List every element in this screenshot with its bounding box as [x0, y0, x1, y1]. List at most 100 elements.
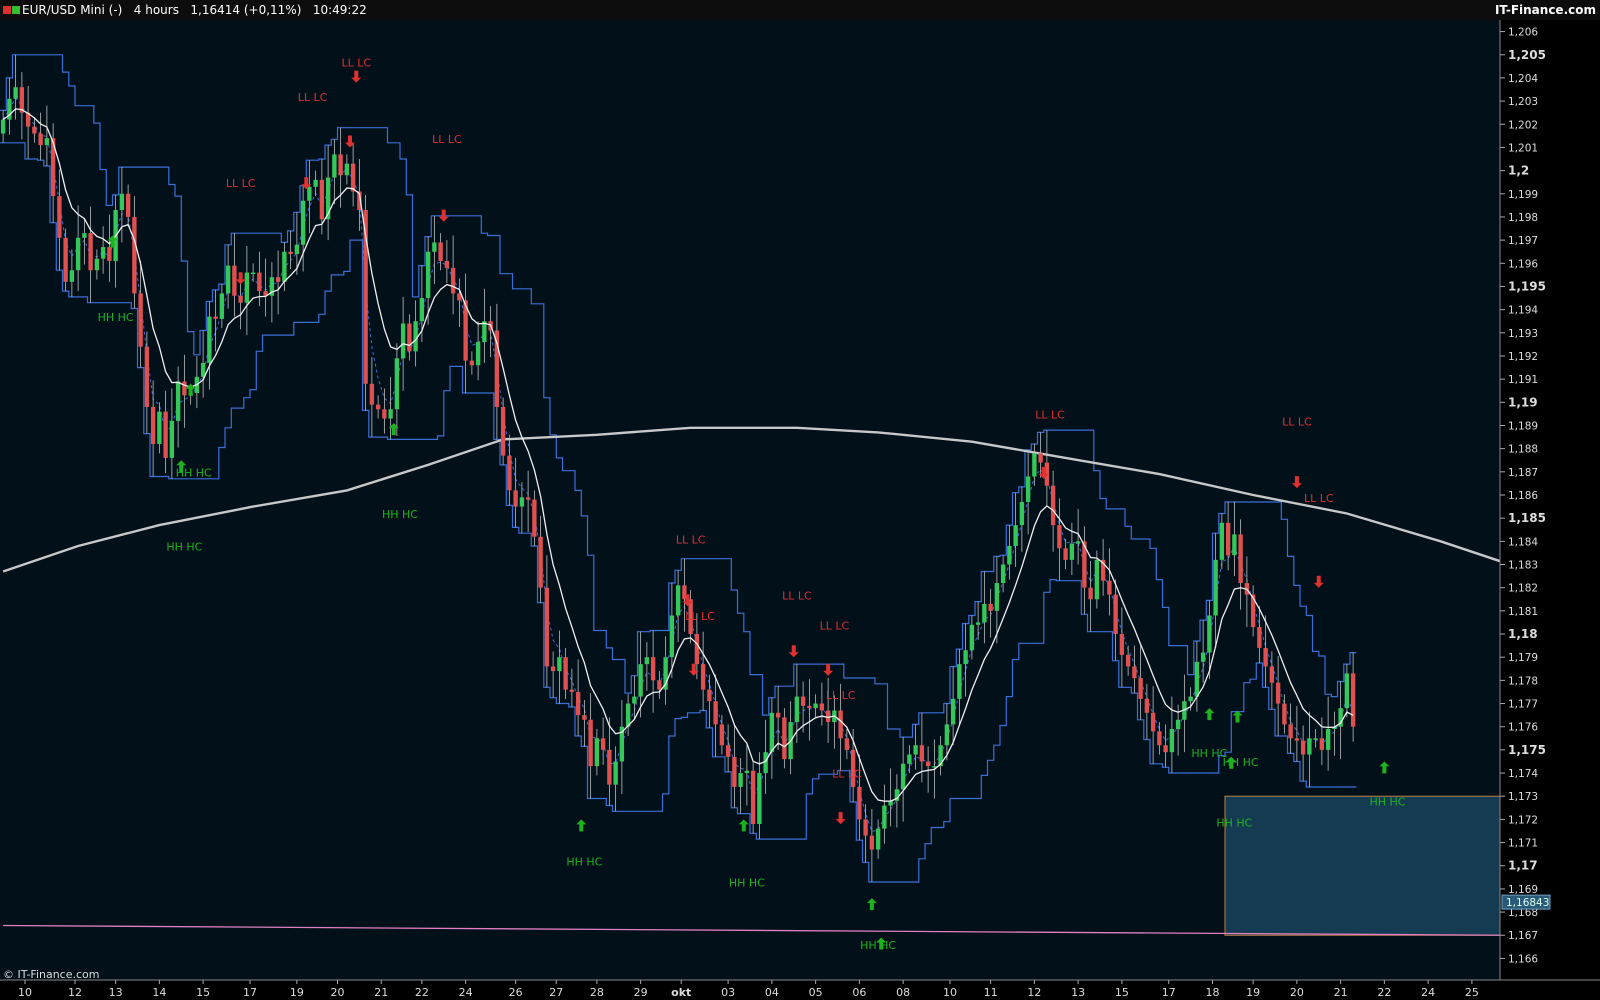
candle[interactable]	[413, 321, 418, 352]
candle[interactable]	[163, 411, 168, 458]
candle[interactable]	[475, 342, 481, 366]
candle[interactable]	[1275, 682, 1281, 704]
candle[interactable]	[975, 622, 981, 625]
candle[interactable]	[1188, 696, 1193, 702]
candle[interactable]	[925, 761, 931, 767]
candle[interactable]	[719, 724, 725, 746]
candle[interactable]	[407, 323, 412, 352]
candle[interactable]	[844, 738, 850, 750]
close-square-icon[interactable]	[3, 6, 11, 14]
candle[interactable]	[994, 583, 1000, 611]
candle[interactable]	[863, 819, 868, 836]
candle[interactable]	[319, 179, 325, 220]
candle[interactable]	[1288, 724, 1293, 739]
candle[interactable]	[1294, 738, 1300, 741]
candle[interactable]	[232, 265, 237, 296]
candle[interactable]	[950, 698, 956, 725]
candle[interactable]	[1132, 666, 1137, 679]
candle[interactable]	[388, 409, 393, 419]
candle[interactable]	[738, 773, 743, 787]
candle[interactable]	[1307, 738, 1312, 755]
candle[interactable]	[819, 703, 825, 711]
candle[interactable]	[32, 126, 37, 134]
candle[interactable]	[1050, 485, 1056, 526]
candle[interactable]	[150, 406, 156, 445]
candle[interactable]	[425, 251, 431, 299]
candle[interactable]	[557, 657, 562, 672]
candle[interactable]	[1019, 501, 1025, 526]
candle[interactable]	[700, 664, 706, 690]
candle[interactable]	[332, 154, 337, 178]
candle[interactable]	[469, 360, 475, 366]
candle[interactable]	[857, 786, 862, 820]
candle[interactable]	[588, 719, 593, 767]
candle[interactable]	[963, 650, 968, 665]
candle[interactable]	[1238, 534, 1243, 584]
candle[interactable]	[200, 362, 206, 377]
candle[interactable]	[1313, 738, 1318, 740]
candle[interactable]	[1213, 559, 1218, 616]
candle[interactable]	[750, 770, 756, 825]
candle[interactable]	[1257, 627, 1262, 648]
candle[interactable]	[1138, 678, 1143, 699]
candle[interactable]	[213, 316, 218, 319]
maximize-square-icon[interactable]	[12, 6, 20, 14]
candle[interactable]	[507, 455, 512, 491]
candle[interactable]	[813, 703, 818, 709]
candle[interactable]	[1057, 525, 1062, 549]
candle[interactable]	[825, 710, 831, 723]
candle[interactable]	[882, 805, 887, 829]
candle[interactable]	[38, 133, 43, 146]
candle[interactable]	[744, 770, 750, 774]
candle[interactable]	[1000, 564, 1006, 584]
candle[interactable]	[250, 272, 256, 275]
candle[interactable]	[88, 233, 93, 271]
candle[interactable]	[1025, 476, 1031, 502]
candle[interactable]	[607, 749, 612, 785]
candle[interactable]	[1007, 545, 1012, 565]
candle[interactable]	[382, 409, 387, 419]
candle[interactable]	[1350, 673, 1356, 727]
candle[interactable]	[675, 585, 681, 616]
candle[interactable]	[300, 200, 306, 245]
candle[interactable]	[294, 244, 300, 255]
candle[interactable]	[632, 696, 637, 704]
price-chart[interactable]: LL LC LL LC LL LC LL LC HH HC HH HC HH HC HH HC…	[0, 20, 1600, 1000]
candle[interactable]	[257, 272, 262, 292]
candle[interactable]	[1207, 615, 1212, 653]
candle[interactable]	[869, 835, 875, 850]
candle[interactable]	[0, 119, 6, 134]
candle[interactable]	[82, 233, 87, 238]
candle[interactable]	[794, 696, 800, 723]
candle[interactable]	[1269, 666, 1275, 683]
candle[interactable]	[713, 701, 718, 725]
candle[interactable]	[1038, 453, 1043, 463]
candle[interactable]	[344, 163, 350, 176]
candle[interactable]	[769, 712, 775, 753]
candle[interactable]	[1157, 731, 1162, 746]
candle[interactable]	[1088, 587, 1093, 600]
candle[interactable]	[132, 216, 137, 294]
candle[interactable]	[875, 828, 881, 850]
candle[interactable]	[1169, 729, 1175, 753]
candle[interactable]	[238, 295, 243, 303]
candle[interactable]	[707, 689, 712, 702]
candle[interactable]	[432, 242, 437, 252]
candle[interactable]	[625, 703, 631, 727]
candle[interactable]	[1032, 453, 1037, 477]
candle[interactable]	[244, 272, 250, 303]
candle[interactable]	[800, 696, 806, 706]
candle[interactable]	[1113, 594, 1118, 635]
candle[interactable]	[450, 267, 456, 294]
candle[interactable]	[157, 411, 162, 445]
candle[interactable]	[400, 323, 406, 359]
candle[interactable]	[13, 87, 18, 99]
candle[interactable]	[775, 712, 781, 718]
candle[interactable]	[982, 603, 987, 623]
candle[interactable]	[1150, 712, 1156, 732]
candle[interactable]	[600, 738, 606, 750]
candle[interactable]	[419, 298, 425, 322]
candle[interactable]	[694, 634, 700, 665]
candle[interactable]	[1069, 543, 1075, 560]
candle[interactable]	[1200, 652, 1206, 662]
